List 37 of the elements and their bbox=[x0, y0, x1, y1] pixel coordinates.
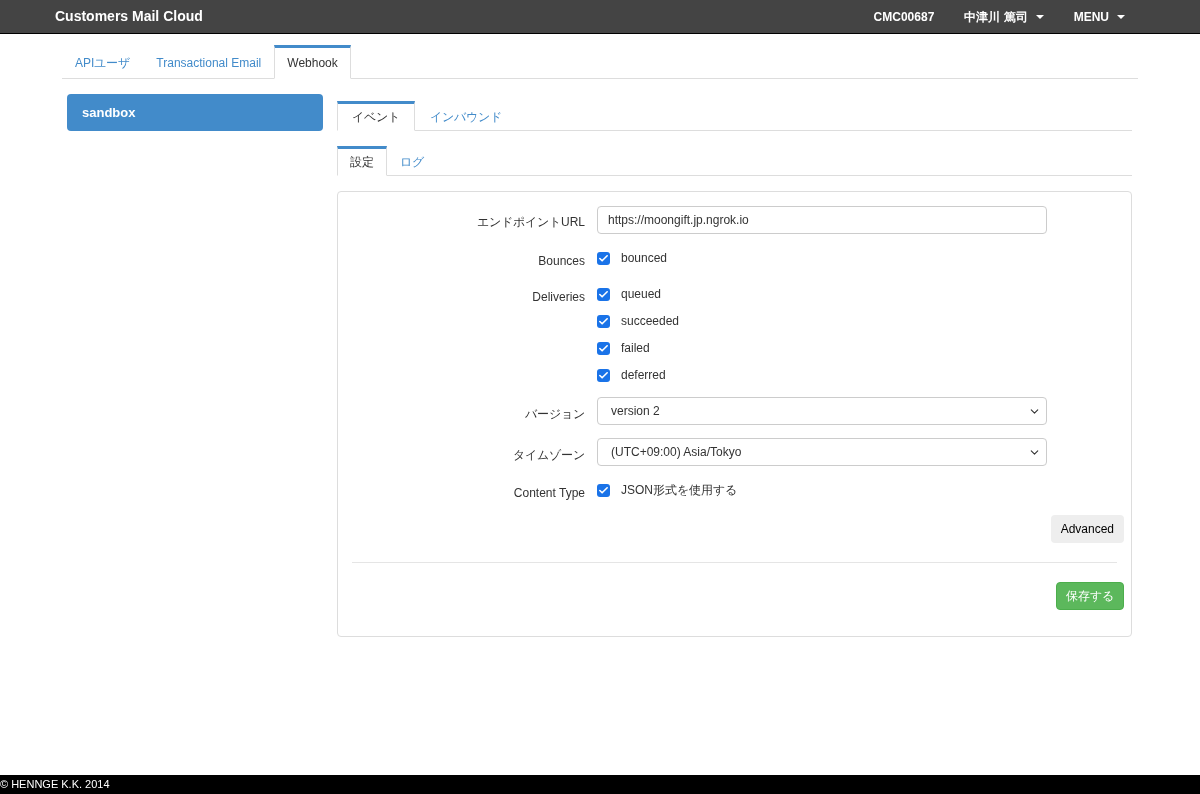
tab[interactable]: イベント bbox=[337, 101, 415, 131]
select-field[interactable]: version 2 bbox=[597, 397, 1047, 425]
field-label: バージョン bbox=[524, 406, 586, 423]
field-label: Content Type bbox=[512, 485, 586, 502]
brand-title: Customers Mail Cloud bbox=[55, 7, 203, 26]
account-id: CMC00687 bbox=[873, 8, 935, 26]
tab[interactable]: APIユーザ bbox=[62, 45, 144, 79]
url-field[interactable]: https://moongift.jp.ngrok.io bbox=[597, 206, 1047, 234]
checkbox[interactable] bbox=[597, 368, 610, 382]
field-label: エンドポイントURL bbox=[476, 214, 586, 231]
checkbox-label: bounced bbox=[621, 250, 668, 267]
advanced-button[interactable]: Advanced bbox=[1050, 515, 1124, 543]
tab[interactable]: インバウンド bbox=[415, 101, 517, 131]
field-label: Bounces bbox=[537, 253, 586, 270]
caret-icon bbox=[1117, 14, 1125, 19]
tab[interactable]: ログ bbox=[387, 146, 437, 176]
checkbox[interactable] bbox=[597, 314, 610, 328]
checkbox-label: succeeded bbox=[621, 313, 680, 330]
tab[interactable]: Transactional Email bbox=[143, 45, 275, 79]
tab[interactable]: 設定 bbox=[337, 146, 387, 176]
copyright-text: © HENNGE K.K. 2014 bbox=[0, 777, 110, 793]
user-menu[interactable]: 中津川 篤司 bbox=[964, 7, 1044, 26]
sidebar-item[interactable]: sandbox bbox=[67, 94, 323, 131]
tab[interactable]: Webhook bbox=[274, 45, 351, 79]
checkbox[interactable] bbox=[597, 341, 610, 355]
checkbox-label: queued bbox=[621, 286, 662, 303]
checkbox-label: deferred bbox=[621, 367, 666, 384]
checkbox-label: failed bbox=[621, 340, 650, 357]
checkbox[interactable] bbox=[597, 483, 610, 497]
main-menu[interactable]: MENU bbox=[1073, 7, 1125, 26]
field-label: タイムゾーン bbox=[512, 447, 586, 464]
checkbox[interactable] bbox=[597, 287, 610, 301]
select-field[interactable]: (UTC+09:00) Asia/Tokyo bbox=[597, 438, 1047, 466]
caret-icon bbox=[1035, 14, 1044, 19]
checkbox-label: JSON形式を使用する bbox=[621, 482, 737, 499]
checkbox[interactable] bbox=[597, 251, 610, 265]
field-label: Deliveries bbox=[531, 289, 586, 306]
